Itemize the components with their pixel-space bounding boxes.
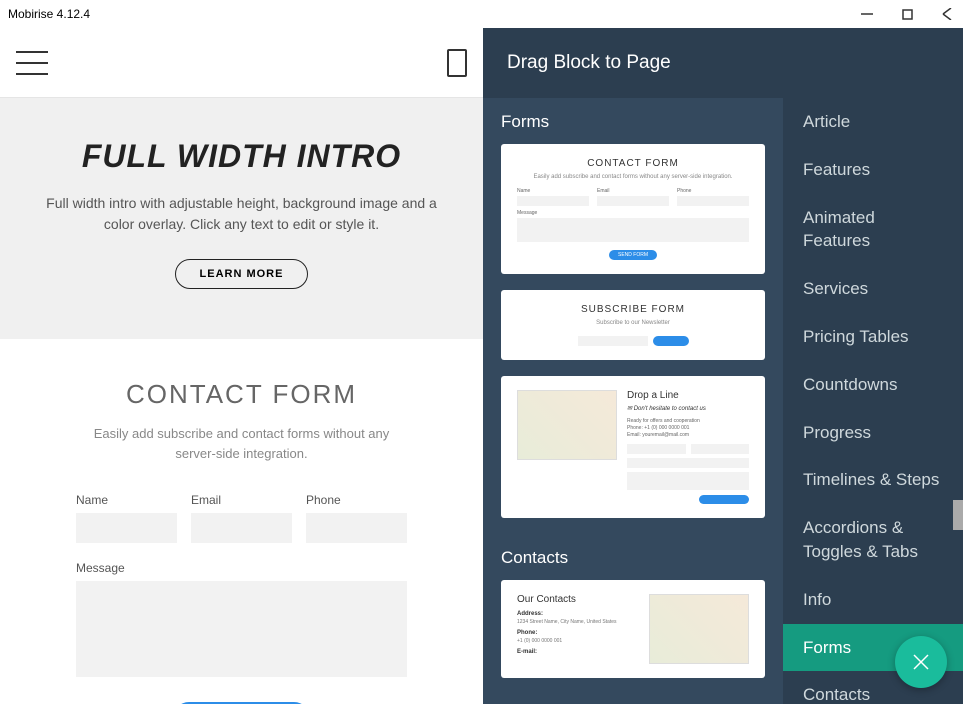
learn-more-button[interactable]: LEARN MORE [175,259,309,289]
name-label: Name [76,493,177,507]
intro-title[interactable]: FULL WIDTH INTRO [30,138,453,175]
minimize-button[interactable] [859,6,875,22]
block-drop-a-line[interactable]: Drop a Line ✉ Don't hesitate to contact … [501,376,765,518]
category-accordions-toggles-tabs[interactable]: Accordions & Toggles & Tabs [783,504,963,576]
contact-title[interactable]: CONTACT FORM [76,379,407,410]
window-controls [859,6,955,22]
category-countdowns[interactable]: Countdowns [783,361,963,409]
name-input[interactable] [76,513,177,543]
category-animated-features[interactable]: Animated Features [783,194,963,266]
titlebar: Mobirise 4.12.4 [0,0,963,28]
map-thumbnail [649,594,749,664]
hamburger-icon[interactable] [16,51,48,75]
intro-block[interactable]: FULL WIDTH INTRO Full width intro with a… [0,98,483,339]
page-canvas: FULL WIDTH INTRO Full width intro with a… [0,28,483,704]
close-icon [911,652,931,672]
category-article[interactable]: Article [783,98,963,146]
blocks-list[interactable]: Forms CONTACT FORM Easily add subscribe … [483,98,783,704]
block-contact-form[interactable]: CONTACT FORM Easily add subscribe and co… [501,144,765,274]
intro-description[interactable]: Full width intro with adjustable height,… [30,193,453,235]
scrollbar-thumb[interactable] [953,500,963,530]
email-input[interactable] [191,513,292,543]
close-button[interactable] [939,6,955,22]
blocks-panel: Drag Block to Page Forms CONTACT FORM Ea… [483,28,963,704]
category-timelines-steps[interactable]: Timelines & Steps [783,456,963,504]
contact-description[interactable]: Easily add subscribe and contact forms w… [76,424,407,463]
phone-input[interactable] [306,513,407,543]
email-label: Email [191,493,292,507]
maximize-button[interactable] [899,6,915,22]
section-contacts-label: Contacts [501,534,765,580]
block-subscribe-form[interactable]: SUBSCRIBE FORM Subscribe to our Newslett… [501,290,765,360]
panel-header: Drag Block to Page [483,28,963,98]
map-thumbnail [517,390,617,460]
category-pricing-tables[interactable]: Pricing Tables [783,313,963,361]
contact-form-block[interactable]: CONTACT FORM Easily add subscribe and co… [0,339,483,704]
top-toolbar [0,28,483,98]
block-our-contacts[interactable]: Our Contacts Address: 1234 Street Name, … [501,580,765,678]
category-list: ArticleFeaturesAnimated FeaturesServices… [783,98,963,704]
phone-label: Phone [306,493,407,507]
section-forms-label: Forms [501,98,765,144]
main-area: FULL WIDTH INTRO Full width intro with a… [0,28,963,704]
device-preview-icon[interactable] [447,49,467,77]
category-services[interactable]: Services [783,265,963,313]
category-progress[interactable]: Progress [783,409,963,457]
category-info[interactable]: Info [783,576,963,624]
message-textarea[interactable] [76,581,407,677]
close-panel-fab[interactable] [895,636,947,688]
category-features[interactable]: Features [783,146,963,194]
message-label: Message [76,561,407,575]
app-title: Mobirise 4.12.4 [8,7,859,21]
